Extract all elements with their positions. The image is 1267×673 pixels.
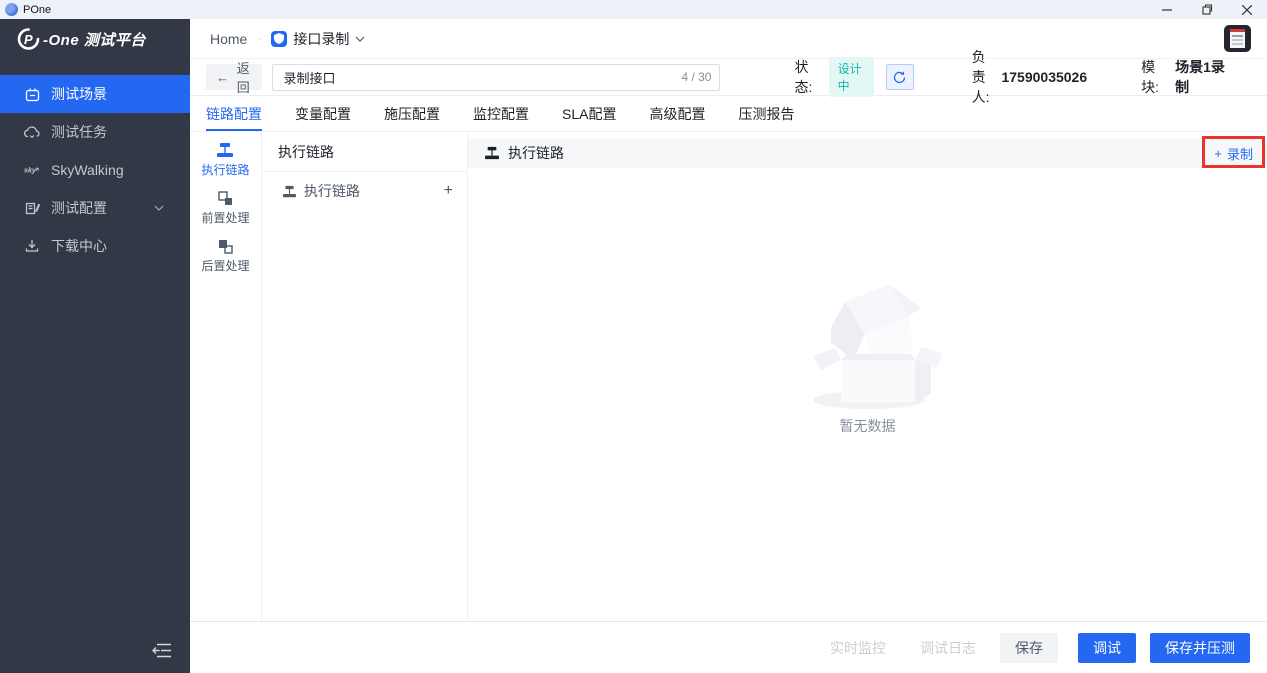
empty-box-illustration — [793, 264, 943, 412]
tree-node-exec-chain[interactable]: 执行链路 + — [262, 172, 467, 210]
rail-item-label: 前置处理 — [201, 209, 249, 226]
pone-window: POne P -One 测试平台 — [0, 0, 1267, 673]
chevron-down-icon — [154, 205, 164, 211]
sidebar-item-label: 测试任务 — [51, 122, 107, 142]
tab-test-report[interactable]: 压测报告 — [738, 96, 794, 131]
brand-logo: P -One 测试平台 — [0, 19, 190, 59]
link-config-rail: 执行链路 前置处理 — [190, 132, 262, 621]
svg-text:P: P — [24, 32, 33, 47]
titlebar-app-name: POne — [23, 4, 51, 16]
debug-button[interactable]: 调试 — [1078, 633, 1136, 663]
tab-monitor-config[interactable]: 监控配置 — [473, 96, 529, 131]
owner-value: 17590035026 — [1001, 69, 1087, 85]
exec-chain-title: 执行链路 — [508, 143, 564, 163]
save-button[interactable]: 保存 — [1000, 633, 1058, 663]
collapse-sidebar-icon[interactable] — [152, 643, 172, 658]
sidebar: P -One 测试平台 测试场景 — [0, 19, 190, 673]
refresh-status-button[interactable] — [886, 64, 914, 90]
brand-logo-text: -One 测试平台 — [43, 29, 146, 50]
os-titlebar: POne — [0, 0, 1267, 19]
empty-state-text: 暂无数据 — [840, 416, 896, 436]
tab-sla-config[interactable]: SLA配置 — [562, 96, 616, 131]
scene-name-field: 4 / 30 — [272, 64, 720, 91]
char-counter: 4 / 30 — [681, 70, 711, 84]
tab-advanced-config[interactable]: 高级配置 — [649, 96, 705, 131]
sidebar-item-label: 测试配置 — [51, 198, 107, 218]
rail-item-label: 后置处理 — [201, 257, 249, 274]
rail-item-post-process[interactable]: 后置处理 — [201, 239, 249, 274]
recording-shield-icon — [271, 31, 287, 47]
empty-state: 暂无数据 — [468, 168, 1267, 621]
plus-icon: + — [1214, 146, 1222, 161]
breadcrumb-home[interactable]: Home — [210, 31, 247, 47]
save-and-test-button[interactable]: 保存并压测 — [1150, 633, 1250, 663]
app-logo-icon — [5, 3, 18, 16]
overlap-squares-icon — [218, 191, 233, 206]
tab-variable-config[interactable]: 变量配置 — [295, 96, 351, 131]
action-footer: 实时监控 调试日志 保存 调试 保存并压测 — [190, 621, 1267, 673]
breadcrumb-chevron-icon[interactable] — [355, 36, 365, 42]
sidebar-item-download-center[interactable]: 下载中心 — [0, 227, 190, 265]
restore-button[interactable] — [1187, 0, 1227, 19]
sidebar-item-skywalking[interactable]: sky SkyWalking — [0, 151, 190, 189]
tab-pressure-config[interactable]: 施压配置 — [384, 96, 440, 131]
sidebar-item-label: SkyWalking — [51, 162, 124, 178]
breadcrumb-separator: · — [257, 32, 261, 46]
back-arrow-icon: ← — [216, 70, 229, 85]
exec-chain-main-panel: 执行链路 + 录制 — [468, 132, 1267, 621]
exec-chain-tree-panel: 执行链路 执行链路 + — [262, 132, 468, 621]
sidebar-item-test-config[interactable]: 测试配置 — [0, 189, 190, 227]
breadcrumb-current[interactable]: 接口录制 — [293, 29, 349, 49]
sidebar-item-label: 测试场景 — [51, 84, 107, 104]
sitemap-icon — [282, 185, 297, 198]
add-node-icon[interactable]: + — [444, 182, 453, 200]
exec-chain-header: 执行链路 + 录制 — [468, 138, 1267, 168]
sitemap-icon — [484, 146, 500, 160]
minimize-button[interactable] — [1147, 0, 1187, 19]
user-avatar[interactable] — [1224, 25, 1251, 52]
tab-link-config[interactable]: 链路配置 — [206, 96, 262, 131]
sidebar-item-label: 下载中心 — [51, 236, 107, 256]
svg-text:sky: sky — [24, 167, 37, 175]
download-icon — [24, 238, 40, 254]
debug-log-link[interactable]: 调试日志 — [920, 638, 976, 658]
record-button[interactable]: + 录制 — [1214, 144, 1253, 163]
tree-panel-title: 执行链路 — [262, 132, 467, 172]
tree-node-label: 执行链路 — [304, 181, 360, 201]
realtime-monitor-link[interactable]: 实时监控 — [830, 638, 886, 658]
rail-item-exec-chain[interactable]: 执行链路 — [201, 142, 249, 178]
config-book-icon — [24, 200, 40, 216]
close-button[interactable] — [1227, 0, 1267, 19]
scene-name-input[interactable] — [283, 70, 673, 85]
module-label: 模块: — [1141, 57, 1167, 97]
brand-logo-icon: P — [16, 27, 40, 51]
cloud-sync-icon — [24, 124, 40, 140]
rail-item-pre-process[interactable]: 前置处理 — [201, 191, 249, 226]
module-value: 场景1录制 — [1175, 57, 1227, 97]
page-header: Home · 接口录制 — [190, 19, 1267, 58]
sidebar-menu: 测试场景 测试任务 sky — [0, 75, 190, 627]
status-label: 状态: — [794, 57, 818, 97]
skywalking-icon: sky — [24, 162, 40, 178]
config-tabs: 链路配置 变量配置 施压配置 监控配置 SLA配置 高级配置 压测报告 — [190, 96, 1267, 132]
sidebar-item-test-task[interactable]: 测试任务 — [0, 113, 190, 151]
sitemap-icon — [216, 142, 234, 158]
window-controls — [1147, 0, 1267, 19]
back-button[interactable]: ← 返回 — [206, 64, 262, 90]
status-badge: 设计中 — [829, 57, 874, 97]
scene-icon — [24, 86, 40, 102]
overlap-squares-icon — [218, 239, 233, 254]
toolbar: ← 返回 4 / 30 状态: 设计中 负责 — [190, 58, 1267, 96]
rail-item-label: 执行链路 — [201, 161, 249, 178]
sidebar-item-test-scene[interactable]: 测试场景 — [0, 75, 190, 113]
